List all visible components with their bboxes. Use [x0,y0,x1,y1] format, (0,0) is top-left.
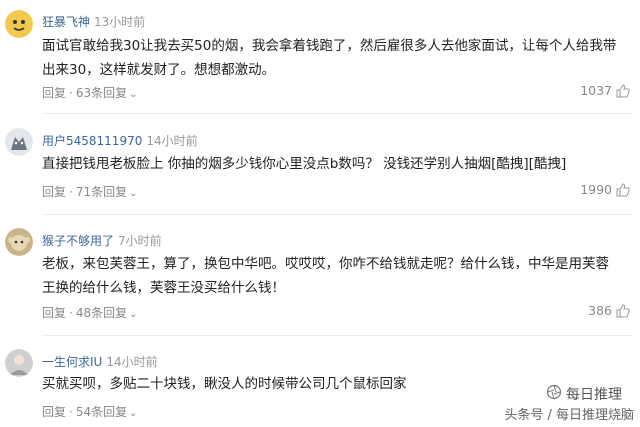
avatar[interactable] [5,128,33,156]
comment-actions: 回复 · 63条回复 ⌄ [42,84,138,101]
like-count: 386 [588,303,612,318]
reply-button[interactable]: 回复 [42,306,66,320]
username[interactable]: 一生何求IU [42,355,102,369]
chevron-down-icon[interactable]: ⌄ [129,188,137,199]
comment-time: 14小时前 [106,355,158,369]
separator-dot: · [69,306,73,320]
comment-time: 7小时前 [118,234,162,248]
comment-text: 买就买呗，多贴二十块钱，瞅没人的时候带公司几个鼠标回家 [42,376,407,392]
divider [42,335,632,336]
thumbs-up-icon[interactable] [616,182,630,197]
username[interactable]: 用户5458111970 [42,134,142,148]
chevron-down-icon[interactable]: ⌄ [129,408,137,419]
thumbs-up-icon[interactable] [616,83,630,98]
comment-header: 狂暴飞神 13小时前 [42,13,145,30]
watermark-brand-text: 每日推理 [566,387,622,403]
like-control[interactable]: 386 [588,303,630,318]
like-control[interactable]: 1990 [580,182,630,197]
replies-link[interactable]: 63条回复 [76,86,127,100]
avatar[interactable] [5,228,33,256]
separator-dot: · [69,405,73,419]
divider [42,214,632,215]
replies-link[interactable]: 71条回复 [76,185,127,199]
replies-link[interactable]: 54条回复 [76,405,127,419]
watermark-source: 头条号 / 每日推理烧脑 [504,408,634,423]
watermark-brand: 每日推理 [546,384,622,404]
comment-header: 一生何求IU 14小时前 [42,353,158,370]
replies-link[interactable]: 48条回复 [76,306,127,320]
like-control[interactable]: 1037 [580,83,630,98]
comment-actions: 回复 · 54条回复 ⌄ [42,403,138,420]
comment-time: 14小时前 [146,134,198,148]
comment-header: 猴子不够用了 7小时前 [42,232,162,249]
separator-dot: · [69,86,73,100]
comment-actions: 回复 · 71条回复 ⌄ [42,183,138,200]
comment-time: 13小时前 [94,15,146,29]
comment-text: 面试官敢给我30让我去买50的烟，我会拿着钱跑了，然后雇很多人去他家面试，让每个… [42,38,617,78]
avatar[interactable] [5,349,33,377]
username[interactable]: 狂暴飞神 [42,15,90,29]
like-count: 1037 [580,83,612,98]
chevron-down-icon[interactable]: ⌄ [129,89,137,100]
comment-text: 老板，来包芙蓉王，算了，换包中华吧。哎哎哎，你咋不给钱就走呢？给什么钱，中华是用… [42,256,609,296]
divider [42,113,632,114]
reply-button[interactable]: 回复 [42,405,66,419]
thumbs-up-icon[interactable] [616,303,630,318]
username[interactable]: 猴子不够用了 [42,234,114,248]
comment-text: 直接把钱甩老板脸上 你抽的烟多少钱你心里没点b数吗？ 没钱还学别人抽烟[酷拽][… [42,156,567,172]
like-count: 1990 [580,182,612,197]
chevron-down-icon[interactable]: ⌄ [129,309,137,320]
comment-header: 用户5458111970 14小时前 [42,132,198,149]
avatar[interactable] [5,10,33,38]
comment-actions: 回复 · 48条回复 ⌄ [42,304,138,321]
reply-button[interactable]: 回复 [42,86,66,100]
reply-button[interactable]: 回复 [42,185,66,199]
separator-dot: · [69,185,73,199]
camera-shutter-icon [546,384,562,404]
